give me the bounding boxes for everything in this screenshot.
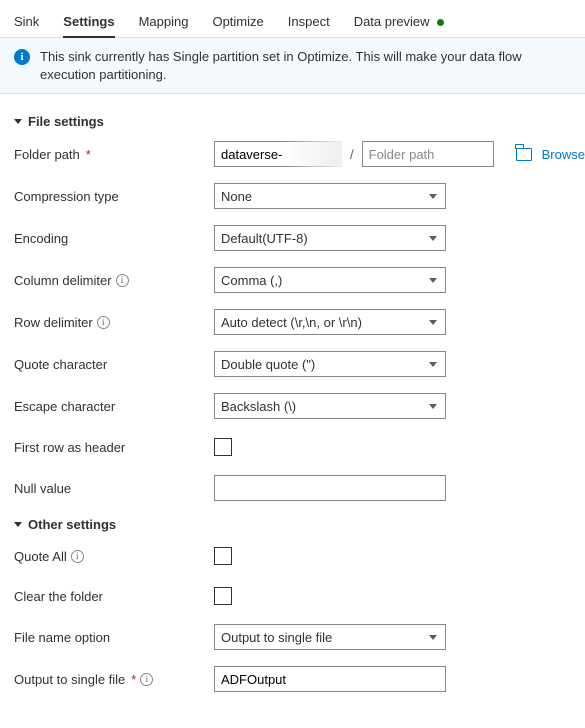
help-icon[interactable]: i xyxy=(97,316,110,329)
row-column-delimiter: Column delimiter i Comma (,) xyxy=(14,267,571,293)
label-folder-path: Folder path xyxy=(14,147,80,162)
chevron-down-icon xyxy=(429,278,437,283)
required-marker: * xyxy=(86,147,91,162)
caret-down-icon xyxy=(14,522,22,527)
browse-link[interactable]: Browse xyxy=(542,147,585,162)
chevron-down-icon xyxy=(429,194,437,199)
label-row-delimiter: Row delimiter xyxy=(14,315,93,330)
section-other-settings-label: Other settings xyxy=(28,517,116,532)
row-file-name-option: File name option Output to single file xyxy=(14,624,571,650)
label-quote-all: Quote All xyxy=(14,549,67,564)
status-dot-icon xyxy=(437,19,444,26)
compression-type-select[interactable]: None xyxy=(214,183,446,209)
chevron-down-icon xyxy=(429,236,437,241)
section-file-settings[interactable]: File settings xyxy=(14,114,571,129)
label-compression-type: Compression type xyxy=(14,189,119,204)
caret-down-icon xyxy=(14,119,22,124)
row-clear-the-folder: Clear the folder xyxy=(14,584,571,608)
file-name-option-value: Output to single file xyxy=(221,630,332,645)
row-delimiter-select[interactable]: Auto detect (\r,\n, or \r\n) xyxy=(214,309,446,335)
info-banner-text: This sink currently has Single partition… xyxy=(40,48,571,83)
chevron-down-icon xyxy=(429,635,437,640)
folder-path-input-2[interactable] xyxy=(362,141,494,167)
help-icon[interactable]: i xyxy=(140,673,153,686)
required-marker: * xyxy=(131,672,136,687)
chevron-down-icon xyxy=(429,320,437,325)
file-name-option-select[interactable]: Output to single file xyxy=(214,624,446,650)
label-quote-character: Quote character xyxy=(14,357,107,372)
column-delimiter-value: Comma (,) xyxy=(221,273,282,288)
info-icon: i xyxy=(14,49,30,65)
label-file-name-option: File name option xyxy=(14,630,110,645)
path-separator: / xyxy=(348,147,356,162)
compression-type-value: None xyxy=(221,189,252,204)
escape-character-select[interactable]: Backslash (\) xyxy=(214,393,446,419)
chevron-down-icon xyxy=(429,362,437,367)
settings-content: File settings Folder path * / Browse Com… xyxy=(0,94,585,728)
help-icon[interactable]: i xyxy=(71,550,84,563)
label-clear-the-folder: Clear the folder xyxy=(14,589,103,604)
row-encoding: Encoding Default(UTF-8) xyxy=(14,225,571,251)
quote-character-value: Double quote (") xyxy=(221,357,315,372)
section-file-settings-label: File settings xyxy=(28,114,104,129)
tab-mapping[interactable]: Mapping xyxy=(139,8,189,37)
row-null-value: Null value xyxy=(14,475,571,501)
tab-sink[interactable]: Sink xyxy=(14,8,39,37)
help-icon[interactable]: i xyxy=(116,274,129,287)
label-column-delimiter: Column delimiter xyxy=(14,273,112,288)
label-output-to-single-file: Output to single file xyxy=(14,672,125,687)
row-compression-type: Compression type None xyxy=(14,183,571,209)
row-escape-character: Escape character Backslash (\) xyxy=(14,393,571,419)
label-first-row-as-header: First row as header xyxy=(14,440,125,455)
quote-all-checkbox[interactable] xyxy=(214,547,232,565)
tab-data-preview-label: Data preview xyxy=(354,14,430,29)
column-delimiter-select[interactable]: Comma (,) xyxy=(214,267,446,293)
label-null-value: Null value xyxy=(14,481,71,496)
folder-icon xyxy=(516,148,532,161)
tab-bar: Sink Settings Mapping Optimize Inspect D… xyxy=(0,0,585,38)
row-quote-all: Quote All i xyxy=(14,544,571,568)
row-row-delimiter: Row delimiter i Auto detect (\r,\n, or \… xyxy=(14,309,571,335)
row-delimiter-value: Auto detect (\r,\n, or \r\n) xyxy=(221,315,362,330)
clear-the-folder-checkbox[interactable] xyxy=(214,587,232,605)
null-value-input[interactable] xyxy=(214,475,446,501)
escape-character-value: Backslash (\) xyxy=(221,399,296,414)
tab-data-preview[interactable]: Data preview xyxy=(354,8,445,37)
row-first-row-as-header: First row as header xyxy=(14,435,571,459)
label-escape-character: Escape character xyxy=(14,399,115,414)
folder-path-input-1[interactable] xyxy=(214,141,342,167)
tab-settings[interactable]: Settings xyxy=(63,8,114,37)
encoding-value: Default(UTF-8) xyxy=(221,231,308,246)
first-row-as-header-checkbox[interactable] xyxy=(214,438,232,456)
tab-optimize[interactable]: Optimize xyxy=(212,8,263,37)
quote-character-select[interactable]: Double quote (") xyxy=(214,351,446,377)
row-folder-path: Folder path * / Browse xyxy=(14,141,571,167)
encoding-select[interactable]: Default(UTF-8) xyxy=(214,225,446,251)
output-to-single-file-input[interactable] xyxy=(214,666,446,692)
label-encoding: Encoding xyxy=(14,231,68,246)
row-output-to-single-file: Output to single file * i xyxy=(14,666,571,692)
info-banner: i This sink currently has Single partiti… xyxy=(0,38,585,94)
chevron-down-icon xyxy=(429,404,437,409)
tab-inspect[interactable]: Inspect xyxy=(288,8,330,37)
section-other-settings[interactable]: Other settings xyxy=(14,517,571,532)
row-quote-character: Quote character Double quote (") xyxy=(14,351,571,377)
